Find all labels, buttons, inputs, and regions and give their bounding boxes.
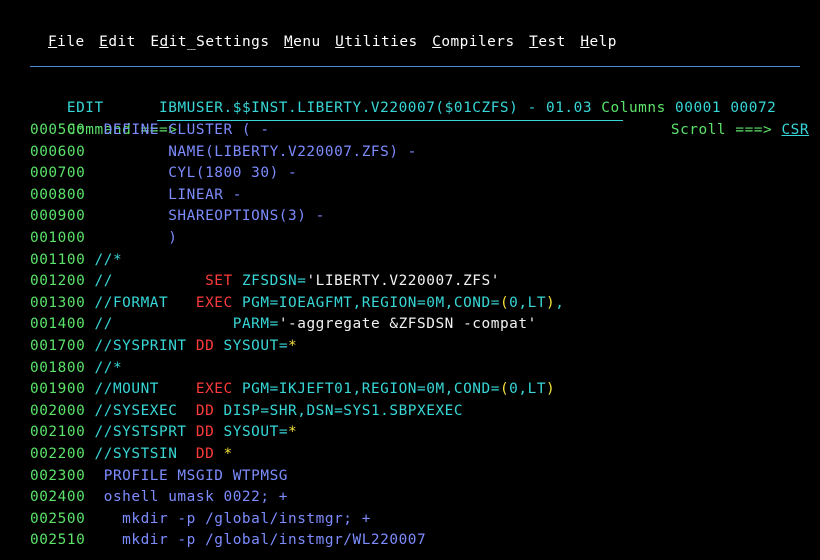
scroll-amount-input[interactable]: CSR bbox=[781, 122, 809, 138]
command-input[interactable] bbox=[157, 105, 623, 121]
source-line[interactable]: 001900 //MOUNT EXEC PGM=IKJEFT01,REGION=… bbox=[30, 379, 555, 401]
source-line[interactable]: 000500 DEFINE CLUSTER ( - bbox=[30, 120, 270, 142]
line-number[interactable]: 002510 bbox=[30, 532, 85, 548]
source-line[interactable]: 001800 //* bbox=[30, 358, 122, 380]
ispf-editor-screen: File Edit Edit_Settings Menu Utilities Compil… bbox=[0, 0, 820, 560]
line-number[interactable]: 001300 bbox=[30, 295, 85, 311]
source-line[interactable]: 000600 NAME(LIBERTY.V220007.ZFS) - bbox=[30, 142, 417, 164]
line-number[interactable]: 000900 bbox=[30, 208, 85, 224]
source-line[interactable]: 001400 // PARM='-aggregate &ZFSDSN -comp… bbox=[30, 314, 537, 336]
source-line[interactable]: 002000 //SYSEXEC DD DISP=SHR,DSN=SYS1.SB… bbox=[30, 401, 463, 423]
line-text[interactable]: PROFILE MSGID WTPMSG bbox=[85, 468, 288, 484]
source-line[interactable]: 000800 LINEAR - bbox=[30, 185, 242, 207]
menu-item-6[interactable]: Test bbox=[529, 34, 566, 56]
source-line[interactable]: 002400 oshell umask 0022; + bbox=[30, 487, 288, 509]
line-text[interactable]: LINEAR - bbox=[85, 187, 242, 203]
source-line[interactable]: 002300 PROFILE MSGID WTPMSG bbox=[30, 466, 288, 488]
menu-item-7[interactable]: Help bbox=[580, 34, 617, 56]
source-line[interactable]: 002100 //SYSTSPRT DD SYSOUT=* bbox=[30, 422, 297, 444]
line-number[interactable]: 001200 bbox=[30, 273, 85, 289]
line-number[interactable]: 001700 bbox=[30, 338, 85, 354]
line-text[interactable]: // SET ZFSDSN='LIBERTY.V220007.ZFS' bbox=[85, 273, 500, 289]
line-number[interactable]: 000500 bbox=[30, 122, 85, 138]
menu-item-3[interactable]: Menu bbox=[284, 34, 321, 56]
source-line[interactable]: 000700 CYL(1800 30) - bbox=[30, 163, 297, 185]
line-text[interactable]: mkdir -p /global/instmgr/WL220007 bbox=[85, 532, 426, 548]
source-line[interactable]: 000900 SHAREOPTIONS(3) - bbox=[30, 206, 325, 228]
line-text[interactable]: //SYSTSIN DD * bbox=[85, 446, 233, 462]
line-number[interactable]: 001900 bbox=[30, 381, 85, 397]
line-text[interactable]: // PARM='-aggregate &ZFSDSN -compat' bbox=[85, 316, 537, 332]
line-number[interactable]: 001400 bbox=[30, 316, 85, 332]
menu-item-1[interactable]: Edit bbox=[99, 34, 136, 56]
command-row: Command ===> bbox=[30, 98, 177, 138]
source-line[interactable]: 001100 //* bbox=[30, 250, 122, 272]
source-line[interactable]: 002510 mkdir -p /global/instmgr/WL220007 bbox=[30, 530, 426, 552]
line-text[interactable]: //SYSTSPRT DD SYSOUT=* bbox=[85, 424, 297, 440]
source-line[interactable]: 001200 // SET ZFSDSN='LIBERTY.V220007.ZF… bbox=[30, 271, 500, 293]
line-text[interactable]: //MOUNT EXEC PGM=IKJEFT01,REGION=0M,COND… bbox=[85, 381, 555, 397]
line-number[interactable]: 001100 bbox=[30, 252, 85, 268]
line-number[interactable]: 002200 bbox=[30, 446, 85, 462]
line-number[interactable]: 002300 bbox=[30, 468, 85, 484]
line-text[interactable]: SHAREOPTIONS(3) - bbox=[85, 208, 325, 224]
line-number[interactable]: 002100 bbox=[30, 424, 85, 440]
line-text[interactable]: DEFINE CLUSTER ( - bbox=[85, 122, 269, 138]
menu-item-2[interactable]: Edit_Settings bbox=[150, 34, 269, 56]
line-number[interactable]: 000700 bbox=[30, 165, 85, 181]
line-number[interactable]: 001000 bbox=[30, 230, 85, 246]
line-text[interactable]: //* bbox=[85, 252, 122, 268]
scroll-label: Scroll ===> bbox=[670, 121, 773, 138]
line-number[interactable]: 000800 bbox=[30, 187, 85, 203]
line-text[interactable]: ) bbox=[85, 230, 177, 246]
line-text[interactable]: //* bbox=[85, 360, 122, 376]
source-line[interactable]: 001000 ) bbox=[30, 228, 177, 250]
line-number[interactable]: 002400 bbox=[30, 489, 85, 505]
editor-header: EDIT IBMUSER.$$INST.LIBERTY.V220007($01C… bbox=[30, 76, 776, 116]
source-line[interactable]: 002500 mkdir -p /global/instmgr; + bbox=[30, 509, 371, 531]
line-number[interactable]: 000600 bbox=[30, 144, 85, 160]
line-text[interactable]: oshell umask 0022; + bbox=[85, 489, 288, 505]
line-text[interactable]: //SYSPRINT DD SYSOUT=* bbox=[85, 338, 297, 354]
line-text[interactable]: NAME(LIBERTY.V220007.ZFS) - bbox=[85, 144, 417, 160]
line-text[interactable]: CYL(1800 30) - bbox=[85, 165, 297, 181]
source-line[interactable]: 002200 //SYSTSIN DD * bbox=[30, 444, 233, 466]
line-text[interactable]: //FORMAT EXEC PGM=IOEAGFMT,REGION=0M,CON… bbox=[85, 295, 564, 311]
line-number[interactable]: 002500 bbox=[30, 511, 85, 527]
line-text[interactable]: mkdir -p /global/instmgr; + bbox=[85, 511, 371, 527]
line-number[interactable]: 002000 bbox=[30, 403, 85, 419]
source-line[interactable]: 001300 //FORMAT EXEC PGM=IOEAGFMT,REGION… bbox=[30, 293, 564, 315]
scroll-row: Scroll ===> CSR bbox=[634, 98, 809, 138]
menu-item-4[interactable]: Utilities bbox=[335, 34, 417, 56]
menu-bar: File Edit Edit_Settings Menu Utilities Compil… bbox=[48, 34, 631, 56]
menu-item-5[interactable]: Compilers bbox=[432, 34, 514, 56]
menu-item-0[interactable]: File bbox=[48, 34, 85, 56]
line-number[interactable]: 001800 bbox=[30, 360, 85, 376]
menu-divider bbox=[30, 66, 800, 67]
line-text[interactable]: //SYSEXEC DD DISP=SHR,DSN=SYS1.SBPXEXEC bbox=[85, 403, 463, 419]
source-line[interactable]: 001700 //SYSPRINT DD SYSOUT=* bbox=[30, 336, 297, 358]
